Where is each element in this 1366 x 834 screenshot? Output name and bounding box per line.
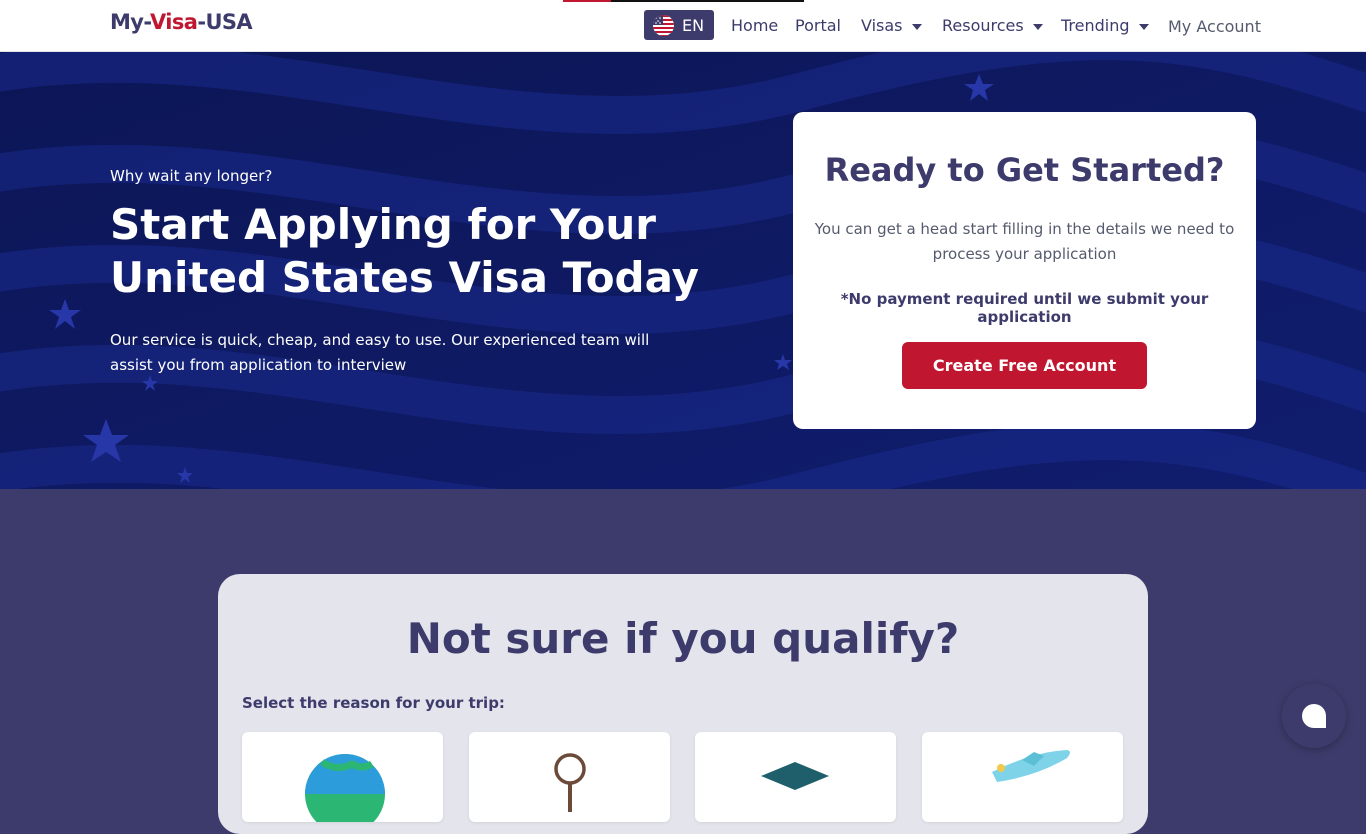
qualify-section: Not sure if you qualify? Select the reas… (218, 574, 1148, 834)
us-flag-icon (653, 14, 674, 36)
language-code: EN (682, 15, 705, 35)
no-payment-note: *No payment required until we submit you… (840, 290, 1209, 326)
hero-section: Why wait any longer? Start Applying for … (0, 52, 1366, 489)
hero-eyebrow: Why wait any longer? (110, 167, 273, 185)
create-free-account-button[interactable]: Create Free Account (902, 342, 1147, 389)
get-started-title: Ready to Get Started? (824, 151, 1225, 189)
page-loading-bar (563, 0, 804, 2)
chat-bubble-icon (1302, 704, 1326, 728)
nav-trending[interactable]: Trending (1061, 16, 1149, 35)
get-started-card: Ready to Get Started? You can get a head… (793, 112, 1256, 429)
hero-title: Start Applying for Your United States Vi… (110, 200, 700, 302)
page-loading-bar-fill (563, 0, 611, 2)
trip-reason-card-3[interactable] (695, 732, 896, 822)
globe-icon (305, 754, 385, 822)
nav-trending-label: Trending (1061, 16, 1130, 35)
nav-my-account[interactable]: My Account (1168, 17, 1261, 36)
trip-reason-card-4[interactable] (922, 732, 1123, 822)
nav-portal[interactable]: Portal (795, 16, 841, 35)
nav-visas-label: Visas (861, 16, 903, 35)
chevron-down-icon (1138, 23, 1149, 30)
magnifier-icon (554, 753, 586, 812)
logo-text-my: My- (110, 10, 151, 34)
site-logo[interactable]: My-Visa-USA (110, 10, 253, 34)
site-header: My-Visa-USA EN Home Portal Visas Resourc… (0, 0, 1366, 52)
chevron-down-icon (911, 23, 922, 30)
hero-description: Our service is quick, cheap, and easy to… (110, 331, 650, 374)
chevron-down-icon (1032, 23, 1043, 30)
nav-resources-label: Resources (942, 16, 1024, 35)
language-selector[interactable]: EN (644, 10, 714, 40)
trip-reason-label: Select the reason for your trip: (242, 694, 505, 712)
trip-reason-card-1[interactable] (242, 732, 443, 822)
logo-text-visa: Visa (149, 10, 198, 34)
airplane-icon (992, 750, 1070, 782)
nav-home[interactable]: Home (731, 16, 778, 35)
logo-text-usa: -USA (197, 10, 253, 34)
get-started-text: You can get a head start filling in the … (814, 220, 1235, 263)
qualify-title: Not sure if you qualify? (406, 614, 960, 663)
nav-visas[interactable]: Visas (861, 16, 922, 35)
graduation-cap-icon (761, 762, 829, 790)
chat-widget-button[interactable] (1282, 684, 1346, 748)
trip-reason-card-2[interactable] (469, 732, 670, 822)
nav-resources[interactable]: Resources (942, 16, 1043, 35)
